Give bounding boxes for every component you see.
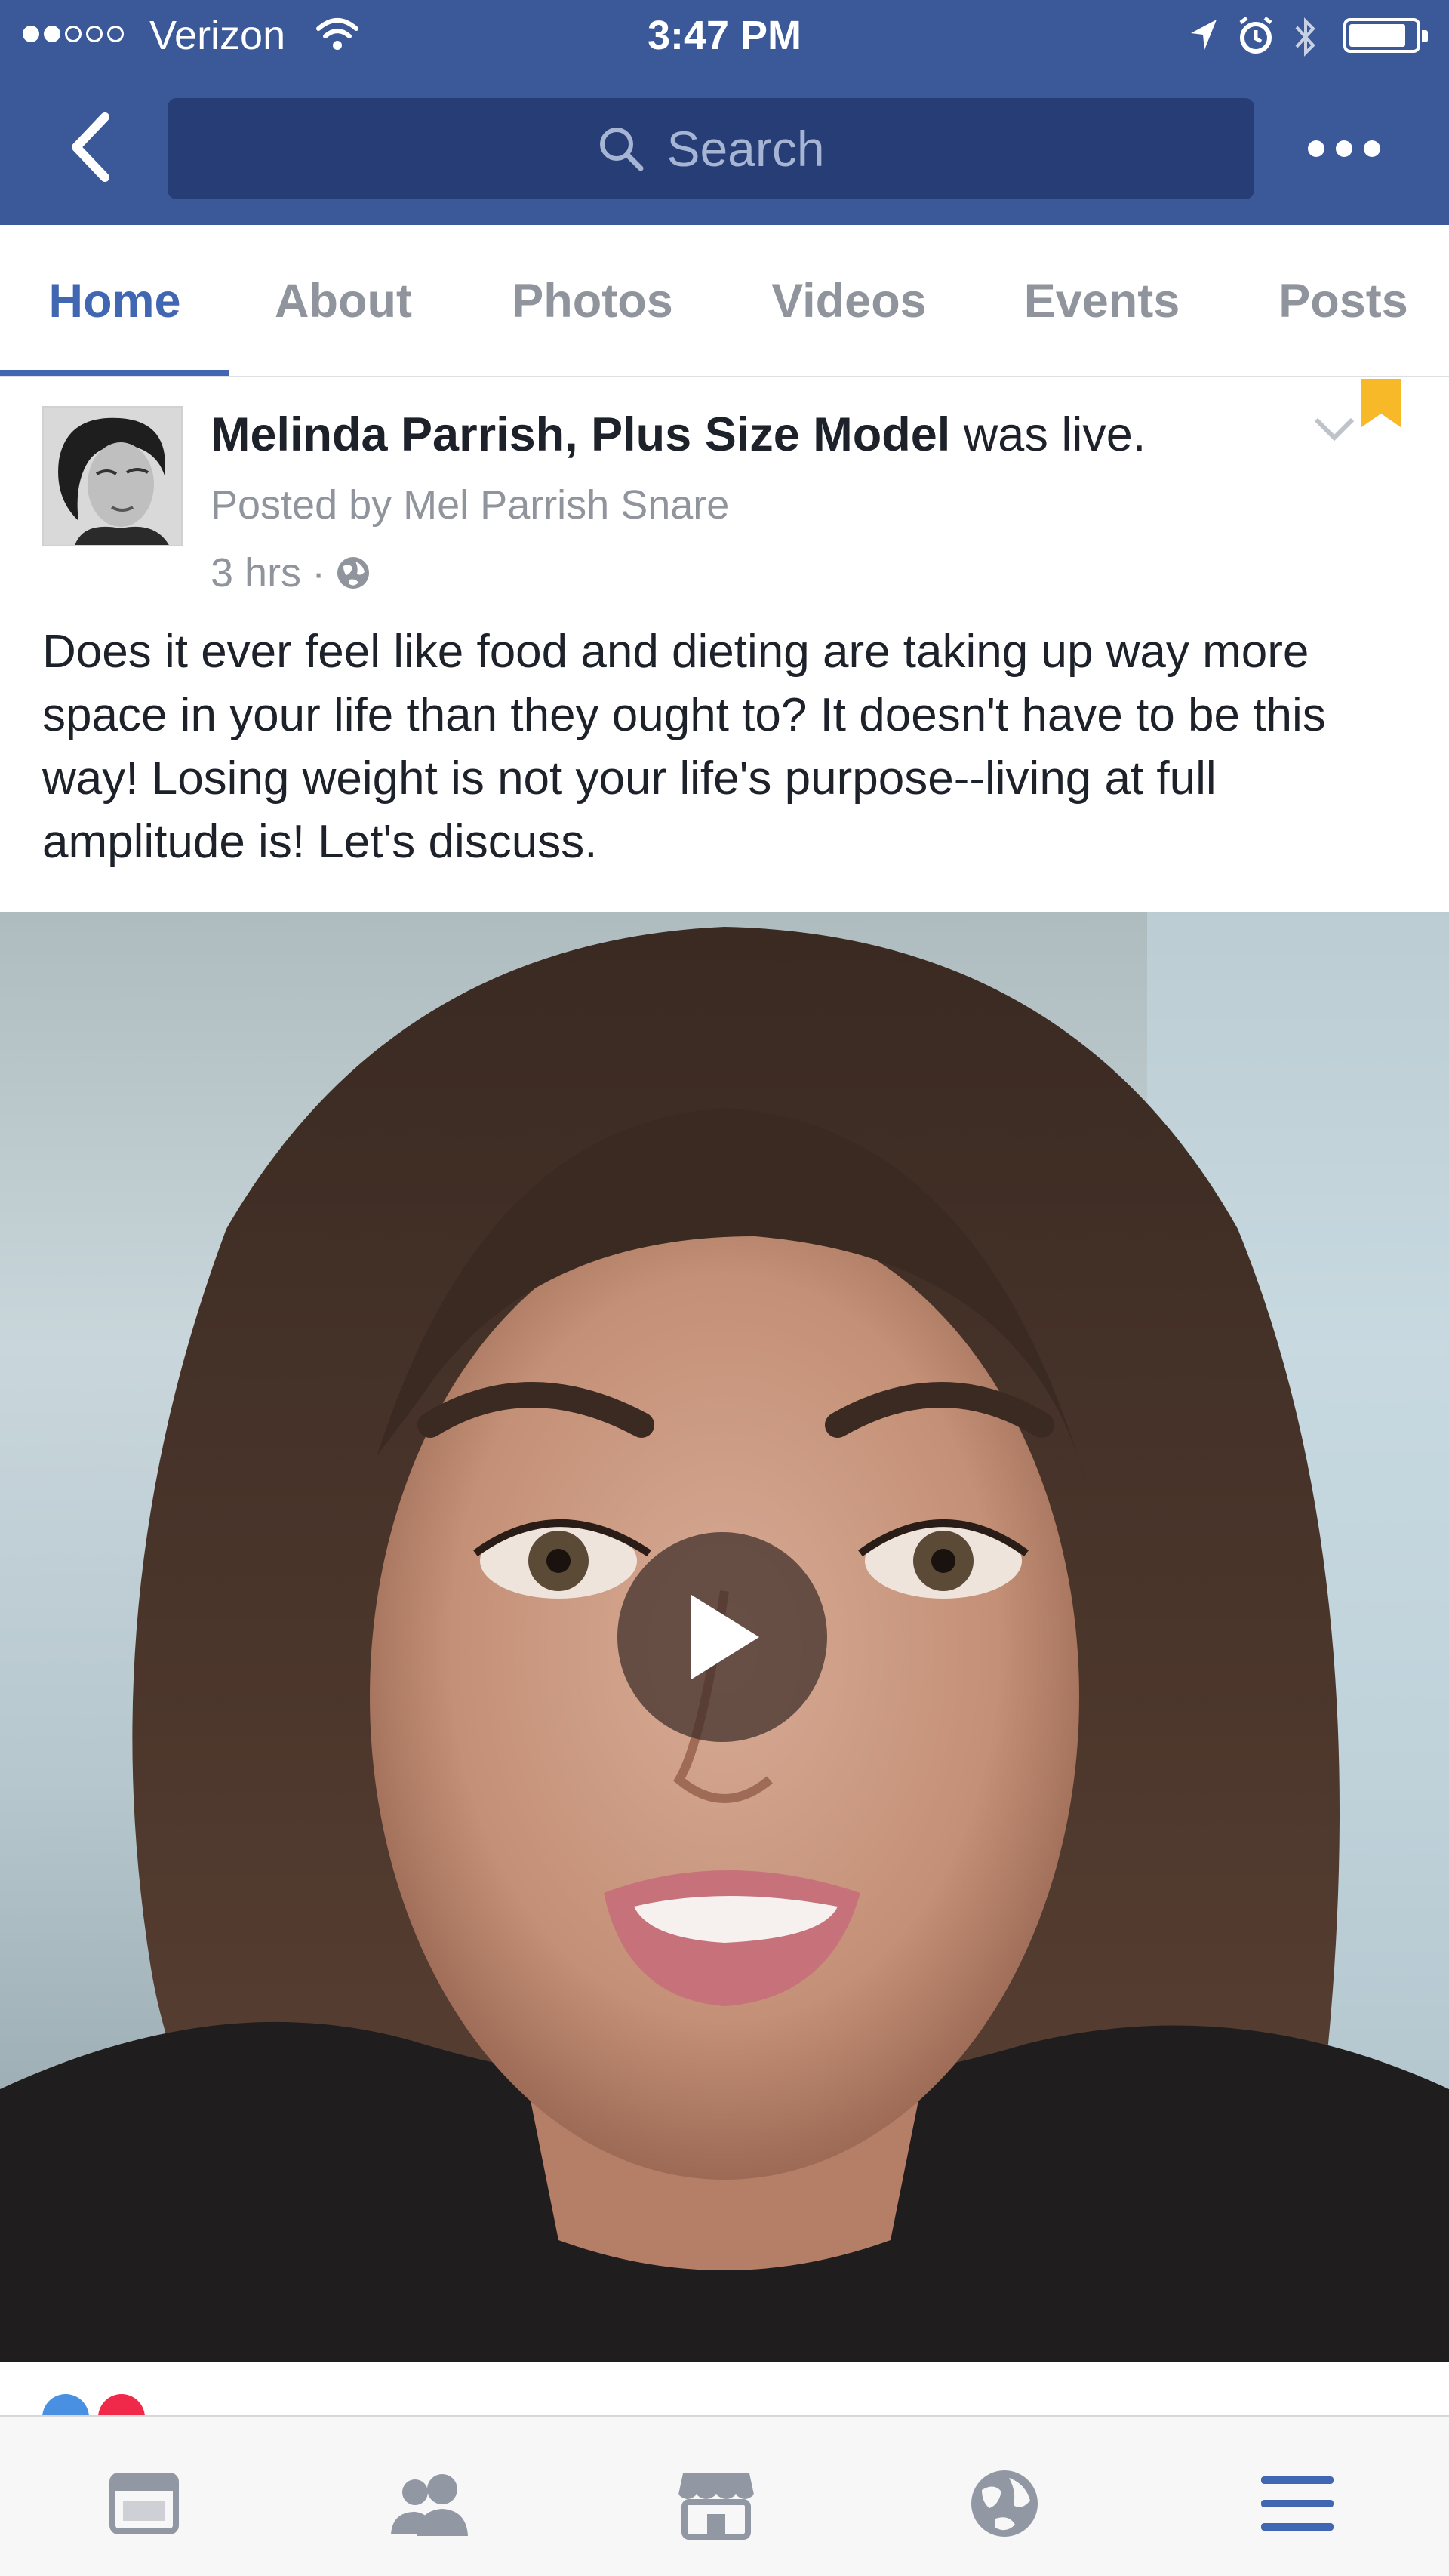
tab-posts[interactable]: Posts [1260,225,1426,377]
friends-icon [391,2474,468,2536]
profile-photo [44,408,181,545]
post-meta: 3 hrs · [211,546,371,599]
post-time[interactable]: 3 hrs [211,546,301,599]
menu-icon [1261,2476,1334,2531]
bookmark-icon[interactable] [1358,379,1404,430]
alarm-icon [1239,17,1272,54]
bottom-tab-bar [0,2415,1449,2576]
search-input[interactable]: Search [168,98,1254,199]
avatar[interactable] [42,406,183,546]
search-placeholder: Search [666,121,825,177]
tab-news-feed[interactable] [103,2462,186,2545]
post-author-line: Melinda Parrish, Plus Size Model was liv… [211,405,1146,465]
more-options-button[interactable] [1295,122,1393,175]
tab-notifications-globe[interactable] [963,2462,1046,2545]
marketplace-icon [678,2473,754,2540]
search-icon [600,128,644,171]
tab-photos[interactable]: Photos [498,225,687,377]
bluetooth-icon [1295,17,1315,57]
like-reaction-icon [42,2394,89,2415]
post-author-name[interactable]: Melinda Parrish, Plus Size Model [211,408,950,461]
status-time: 3:47 PM [647,13,802,58]
tab-home[interactable]: Home [23,225,207,377]
location-arrow-icon [1191,20,1217,50]
love-reaction-icon [98,2394,145,2415]
tab-events[interactable]: Events [1011,225,1192,377]
tab-about[interactable]: About [257,225,430,377]
app-header: Verizon 3:47 PM Search [0,0,1449,225]
post-options-chevron-icon[interactable] [1312,414,1357,444]
post-action: was live. [963,408,1146,461]
post-body-text: Does it ever feel like food and dieting … [42,626,1326,868]
back-chevron-icon [72,112,109,182]
active-tab-indicator [0,370,229,376]
tab-menu[interactable] [1256,2462,1339,2545]
tab-videos[interactable]: Videos [755,225,943,377]
meta-separator: · [312,550,326,596]
globe-icon [971,2470,1038,2537]
back-button[interactable] [56,106,124,189]
battery-icon [1343,18,1428,53]
more-dots-icon [1308,140,1324,157]
tab-friends[interactable] [388,2462,471,2545]
posted-by-label: Posted by Mel Parrish Snare [211,482,730,528]
status-bar: Verizon 3:47 PM [0,0,1449,72]
play-button[interactable] [617,1532,827,1742]
globe-icon [337,557,370,589]
news-feed-icon [109,2473,179,2534]
reactions-strip [0,2362,1449,2415]
tab-marketplace[interactable] [675,2462,758,2545]
page-tabs: Home About Photos Videos Events Posts [0,225,1449,377]
play-icon [691,1595,759,1679]
